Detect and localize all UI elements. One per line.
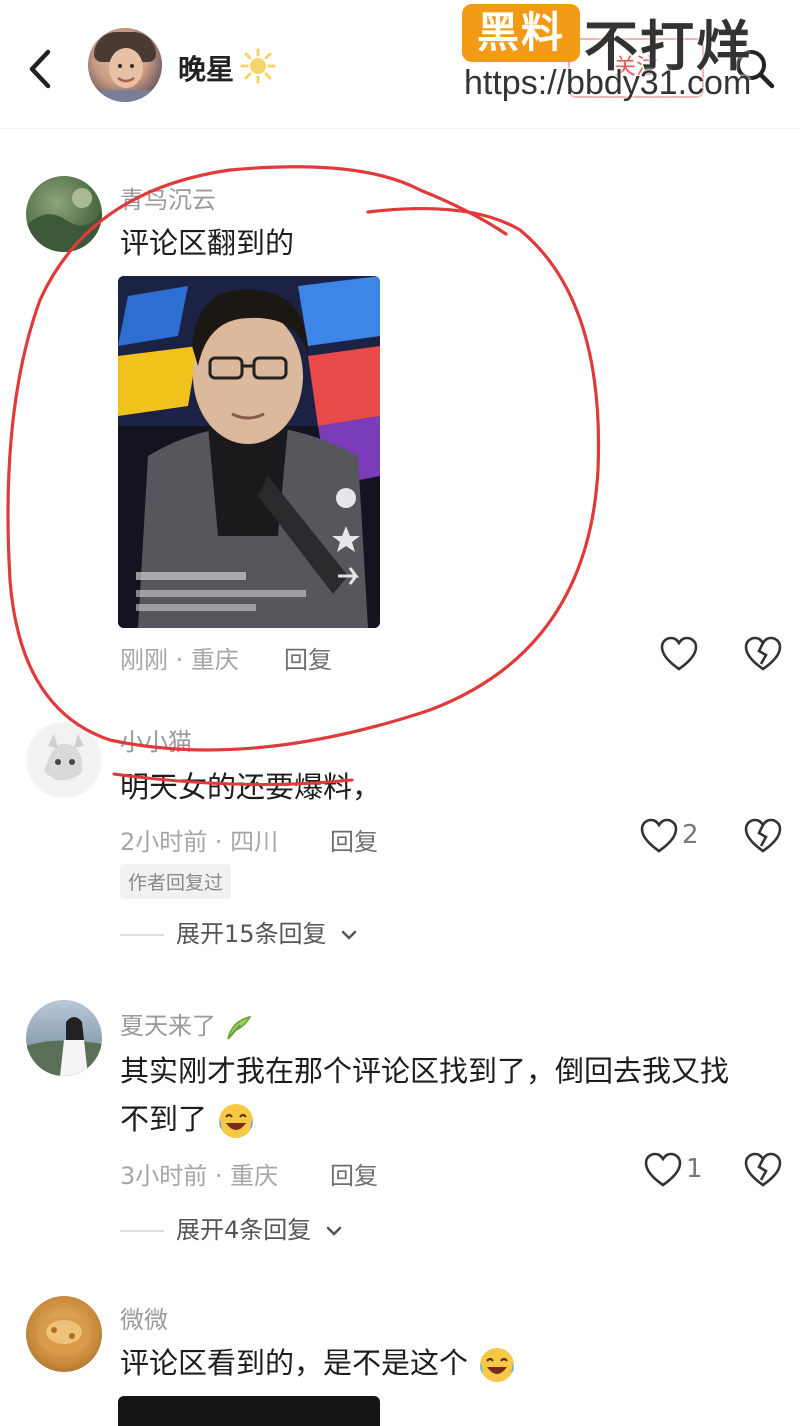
video-thumbnail[interactable] — [118, 1396, 380, 1426]
like-count: 2 — [682, 820, 699, 850]
comment-avatar[interactable] — [26, 1296, 102, 1372]
leaf-emoji-icon — [226, 1015, 252, 1040]
comment-time-location: 2小时前 · 四川 — [120, 828, 279, 856]
comment-avatar[interactable] — [26, 176, 102, 252]
chevron-left-icon — [29, 49, 51, 89]
like-button[interactable] — [640, 818, 678, 858]
comment-text-line2-text: 不到了 — [120, 1102, 208, 1136]
comment-time-location: 刚刚 · 重庆 — [120, 646, 239, 674]
divider-line — [120, 1230, 164, 1232]
dislike-button[interactable] — [744, 636, 782, 676]
comment-text-line2: 不到了 — [120, 1094, 256, 1144]
reply-button[interactable]: 回复 — [330, 1156, 378, 1191]
expand-replies-label: 展开15条回复 — [176, 920, 327, 948]
video-thumbnail[interactable] — [118, 276, 380, 628]
divider-line — [120, 934, 164, 936]
comment-username[interactable]: 小小猫 — [120, 722, 192, 757]
comment-text-line1: 其实刚才我在那个评论区找到了，倒回去我又找 — [120, 1054, 730, 1088]
expand-replies-button[interactable]: 展开15条回复 — [120, 914, 358, 949]
like-button[interactable] — [644, 1152, 682, 1192]
profile-name[interactable]: 晚星 — [178, 48, 234, 88]
heart-icon — [660, 636, 698, 671]
profile-avatar[interactable] — [88, 28, 162, 102]
dislike-button[interactable] — [744, 818, 782, 858]
comment-text: 评论区翻到的 — [120, 226, 295, 260]
reply-button[interactable]: 回复 — [330, 822, 378, 857]
chevron-down-icon — [341, 930, 357, 940]
watermark-url: https://bbdy31.com — [464, 64, 752, 102]
comment-username-text: 夏天来了 — [120, 1012, 216, 1040]
like-count: 1 — [686, 1154, 703, 1184]
comment-text: 评论区看到的，是不是这个 — [120, 1338, 517, 1388]
heart-icon — [644, 1152, 682, 1187]
watermark-brand-box: 黑料 — [462, 4, 580, 62]
sun-badge-icon — [240, 48, 276, 84]
author-replied-tag: 作者回复过 — [120, 864, 232, 899]
broken-heart-icon — [744, 818, 782, 853]
broken-heart-icon — [744, 1152, 782, 1187]
comment-username[interactable]: 微微 — [120, 1300, 168, 1335]
laughing-crying-emoji-icon — [480, 1348, 515, 1382]
dislike-button[interactable] — [744, 1152, 782, 1192]
like-button[interactable] — [660, 636, 698, 676]
comment-username[interactable]: 青鸟沉云 — [120, 180, 216, 215]
heart-icon — [640, 818, 678, 853]
expand-replies-button[interactable]: 展开4条回复 — [120, 1210, 343, 1245]
reply-button[interactable]: 回复 — [284, 640, 332, 675]
back-button[interactable] — [22, 42, 62, 96]
comment-text-body: 评论区看到的，是不是这个 — [120, 1346, 469, 1380]
comment-username[interactable]: 夏天来了 — [120, 1006, 254, 1041]
expand-replies-label: 展开4条回复 — [176, 1216, 312, 1244]
laughing-crying-emoji-icon — [219, 1104, 254, 1138]
comment-text: 明天女的还要爆料， — [120, 770, 382, 804]
chevron-down-icon — [326, 1226, 342, 1236]
comment-avatar[interactable] — [26, 1000, 102, 1076]
comment-time-location: 3小时前 · 重庆 — [120, 1162, 279, 1190]
broken-heart-icon — [744, 636, 782, 671]
comment-avatar[interactable] — [26, 722, 102, 798]
